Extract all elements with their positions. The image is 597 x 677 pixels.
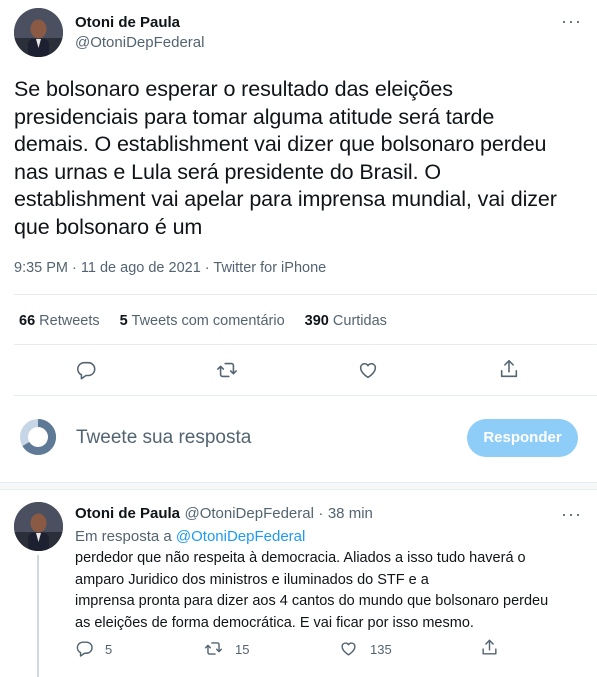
tweet-text: Se bolsonaro esperar o resultado das ele… — [14, 76, 594, 241]
retweets-count: 66 — [19, 313, 36, 329]
reply-retweets-count: 15 — [235, 642, 250, 657]
likes-label: Curtidas — [332, 313, 387, 329]
tweet-text-line: nas urnas e Lula será presidente do Bras… — [14, 159, 441, 184]
loading-ring-icon — [19, 418, 57, 461]
like-icon[interactable] — [339, 639, 358, 658]
reply-button[interactable]: Responder — [467, 419, 578, 457]
retweet-icon[interactable] — [204, 639, 223, 658]
tweet-text-line: Se bolsonaro esperar o resultado das ele… — [14, 77, 453, 101]
reply-author-avatar[interactable] — [14, 502, 63, 551]
tweet-timestamp[interactable]: 9:35 PM · 11 de ago de 2021 · Twitter fo… — [14, 260, 326, 276]
tweet-text-line: presidenciais para tomar alguma atitude … — [14, 104, 495, 129]
comments-label: Tweets com comentário — [131, 313, 285, 329]
retweet-icon[interactable] — [216, 359, 238, 381]
divider — [14, 395, 597, 396]
reply-separator: · — [318, 505, 324, 522]
author-name[interactable]: Otoni de Paula — [75, 14, 180, 31]
like-icon[interactable] — [357, 359, 379, 381]
divider — [14, 294, 597, 295]
reply-time[interactable]: 38 min — [328, 505, 373, 522]
in-reply-prefix: Em resposta a — [75, 528, 172, 545]
reply-text-line: perdedor que não respeita à democracia. … — [75, 550, 526, 566]
in-reply-handle-link[interactable]: @OtoniDepFederal — [176, 528, 305, 545]
likes-stat[interactable]: 390 Curtidas — [305, 313, 387, 329]
more-icon[interactable]: ··· — [561, 505, 582, 523]
tweet-stats: 66 Retweets 5 Tweets com comentário 390 … — [19, 313, 387, 329]
divider — [14, 344, 597, 345]
more-icon[interactable]: ··· — [561, 12, 582, 30]
share-icon[interactable] — [498, 358, 520, 380]
comments-count: 5 — [119, 313, 128, 329]
share-icon[interactable] — [480, 638, 499, 657]
author-avatar[interactable] — [14, 8, 63, 57]
reply-header: Otoni de Paula @OtoniDepFederal · 38 min — [75, 505, 373, 523]
author-handle[interactable]: @OtoniDepFederal — [75, 34, 204, 51]
reply-replies-count: 5 — [105, 642, 113, 657]
reply-text-line: amparo Juridico dos ministros e iluminad… — [75, 571, 429, 588]
reply-icon[interactable] — [75, 639, 94, 658]
tweet-text-line: demais. O establishment vai dizer que bo… — [14, 132, 547, 156]
reply-text-line: as eleições de forma democrática. E vai … — [75, 614, 474, 631]
in-reply-to: Em resposta a @OtoniDepFederal — [75, 528, 305, 545]
comments-stat[interactable]: 5 Tweets com comentário — [120, 313, 285, 329]
reply-input[interactable]: Tweete sua resposta — [76, 427, 251, 449]
reply-text: perdedor que não respeita à democracia. … — [75, 548, 595, 634]
likes-count: 390 — [304, 313, 329, 329]
retweets-label: Retweets — [39, 313, 100, 329]
retweets-stat[interactable]: 66 Retweets — [19, 313, 100, 329]
reply-icon[interactable] — [75, 359, 97, 381]
section-separator — [0, 482, 597, 490]
thread-line — [37, 555, 39, 677]
reply-author-name[interactable]: Otoni de Paula — [75, 505, 180, 522]
reply-author-handle[interactable]: @OtoniDepFederal — [184, 505, 313, 522]
reply-text-line: imprensa pronta para dizer aos 4 cantos … — [75, 593, 549, 609]
tweet-text-line: que bolsonaro é um — [14, 214, 203, 239]
reply-likes-count: 135 — [370, 642, 392, 657]
tweet-text-line: establishment vai apelar para imprensa m… — [14, 187, 557, 211]
